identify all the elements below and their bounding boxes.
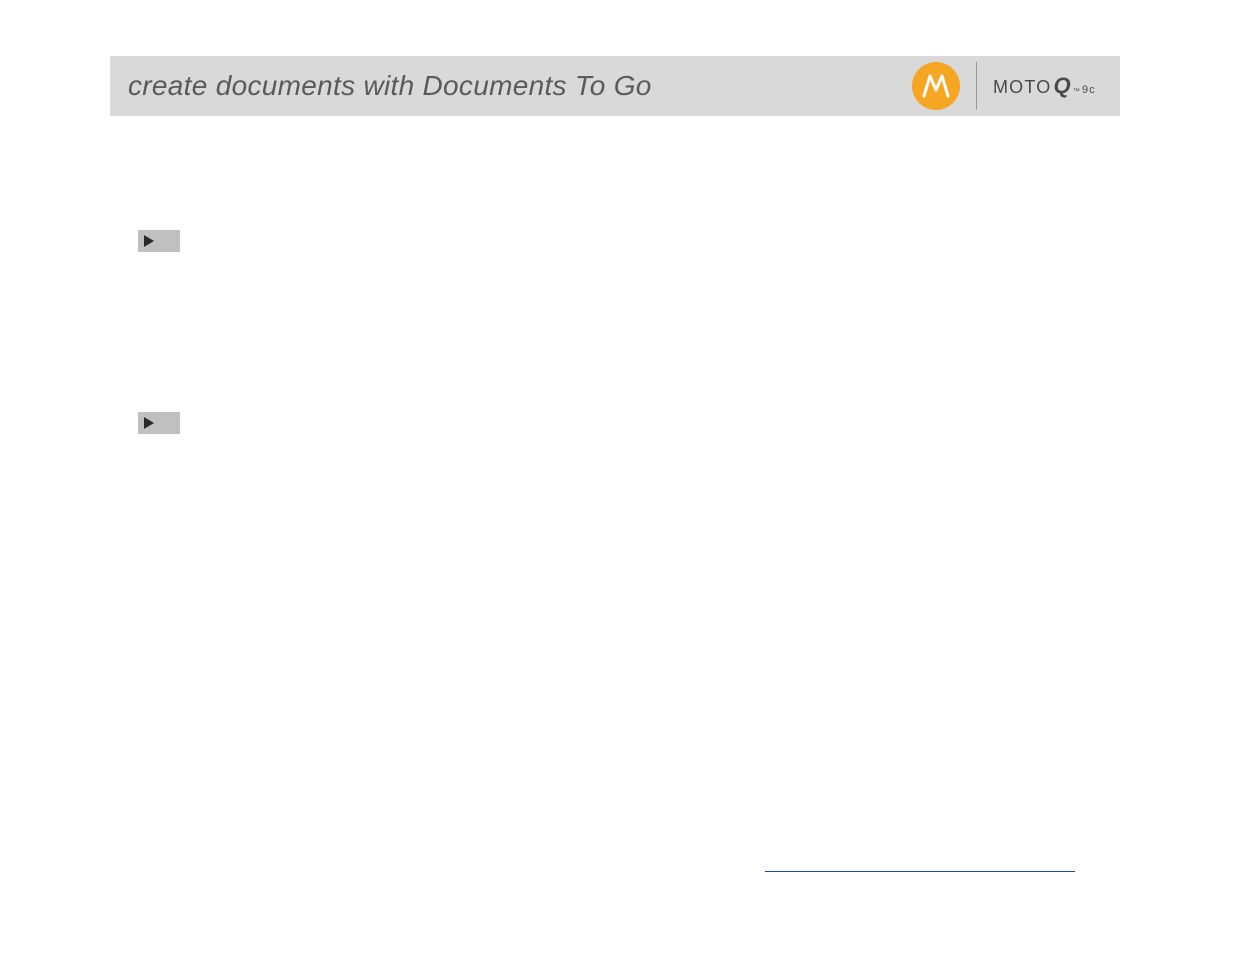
motorola-m-icon xyxy=(920,70,952,102)
bullet-item xyxy=(138,230,1098,252)
q-text: Q xyxy=(1053,73,1071,99)
tm-text: ™ xyxy=(1073,88,1081,95)
footer-link-underline[interactable] xyxy=(765,858,1075,872)
motorola-logo-icon xyxy=(912,62,960,110)
play-bullet-icon xyxy=(138,412,180,434)
moto-text: MOTO xyxy=(993,77,1051,98)
header-right: MOTO Q ™ 9c xyxy=(912,56,1120,116)
suffix-text: 9c xyxy=(1082,84,1096,96)
content-area xyxy=(138,230,1098,594)
moto-q-label: MOTO Q ™ 9c xyxy=(993,73,1096,99)
play-bullet-icon xyxy=(138,230,180,252)
header-divider xyxy=(976,62,977,110)
bullet-item xyxy=(138,412,1098,434)
page-title: create documents with Documents To Go xyxy=(110,70,912,102)
page-header: create documents with Documents To Go MO… xyxy=(110,56,1120,116)
